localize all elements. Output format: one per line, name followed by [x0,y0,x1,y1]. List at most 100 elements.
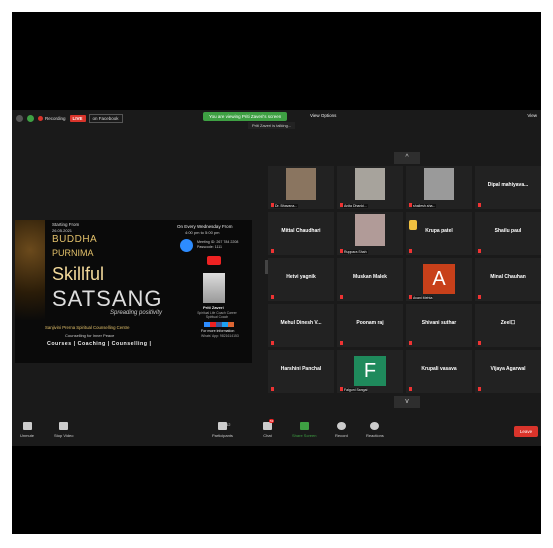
participant-name: Zeel☐ [500,320,516,326]
shield-icon[interactable] [27,114,34,122]
gallery-up-button[interactable]: ^ [394,152,420,164]
muted-mic-icon [478,203,481,207]
muted-mic-icon [340,295,343,299]
participant-tile[interactable]: Muskan Malek [337,258,403,301]
muted-mic-icon [271,295,274,299]
participant-name: Avani Mehta [412,296,434,300]
participant-avatar: A [423,264,455,294]
gallery-down-button[interactable]: v [394,396,420,408]
chat-label: Chat [263,433,272,438]
participant-tile[interactable]: Poonam raj [337,304,403,347]
participant-tile[interactable]: Shailu paul [475,212,541,255]
participant-name: Mittal Chaudhari [281,228,321,234]
record-button[interactable]: Record [335,422,348,438]
muted-mic-icon [409,249,412,253]
poster-tagline: Spreading positivity [110,310,163,316]
muted-mic-icon [478,387,481,391]
contact-number: Whats' App: 9821614153 [201,334,239,338]
poster-satsang: SATSANG [52,286,163,311]
reactions-button[interactable]: Reactions [366,422,384,438]
share-screen-label: Share Screen [292,433,317,438]
muted-mic-icon [409,203,412,207]
participant-video [355,214,385,246]
participant-tile[interactable]: F Falguni Sangal [337,350,403,393]
participants-label: Participants [212,433,233,438]
recording-icon [38,115,43,121]
muted-mic-icon [340,203,343,207]
poster-skillful: Skillful [52,264,105,284]
share-screen-button[interactable]: Share Screen [292,422,316,438]
participant-tile[interactable]: Vijaya Agarwal [475,350,541,393]
participant-name: Mehul Dinesh V... [280,320,322,326]
participant-tile[interactable]: Shivani suthar [406,304,472,347]
participant-name: Shivani suthar [421,320,457,326]
participant-tile[interactable]: Anita Dhanki... [337,166,403,209]
muted-mic-icon [478,295,481,299]
share-screen-icon [299,422,309,430]
speaking-indicator: Priti Zaveri is talking... [248,122,296,129]
poster-title-purnima: PURNIMA [52,248,94,258]
screenshot-frame: Recording LIVE on Facebook You are viewi… [12,12,541,534]
muted-mic-icon [409,341,412,345]
start-date: 26.05.2021 [52,228,73,233]
participant-tile[interactable]: A Avani Mehta [406,258,472,301]
host-name: Priti Zaveri [203,305,224,310]
muted-mic-icon [340,341,343,345]
leave-button[interactable]: Leave [514,426,538,437]
participant-video [355,168,385,200]
participant-name: Dr. Bhavana... [274,204,299,208]
muted-mic-icon [409,387,412,391]
meeting-details: Meeting ID: 267 784 2208 Passcode: 1111 [197,240,239,249]
live-on-facebook-button[interactable]: on Facebook [88,113,123,123]
host-photo [203,273,225,303]
participant-tile[interactable]: Harshini Panchal [268,350,334,393]
participant-tile[interactable]: Mittal Chaudhari [268,212,334,255]
participant-name: Anita Dhanki... [343,204,368,208]
youtube-icon [207,256,221,265]
poster-title-buddha: BUDDHA [52,234,98,245]
zoom-logo-icon [180,239,193,252]
raised-hand-icon [409,220,417,230]
participant-name: Falguni Sangal [343,388,369,392]
muted-mic-icon [271,203,274,207]
info-icon[interactable] [16,114,23,122]
participant-video [424,168,454,200]
centre-name: Sanjivini Prerna Spiritual Counselling C… [45,325,130,330]
smiley-icon [370,422,380,430]
shared-screen: Starting From 26.05.2021 BUDDHA PURNIMA … [15,220,252,363]
meeting-controls: Unmute Stop Video 62 Participants 53 Cha… [12,419,541,446]
participant-tile[interactable]: Zeel☐ [475,304,541,347]
participant-tile[interactable]: Mehul Dinesh V... [268,304,334,347]
muted-mic-icon [478,341,481,345]
participant-tile[interactable]: Krupa patel [406,212,472,255]
participant-tile[interactable]: Minal Chauhan [475,258,541,301]
poster-details: On Every Wednesday From 4:00 pm to 5:00 … [167,222,252,362]
live-badge[interactable]: LIVE [69,114,86,122]
buddha-image [15,220,45,320]
chat-button[interactable]: 53 Chat [263,419,275,438]
chat-unread-badge: 53 [269,419,275,423]
participant-tile[interactable]: Dipal mahiyava... [475,166,541,209]
participant-name: Minal Chauhan [490,274,526,280]
participant-name: Krupali vasava [421,366,457,372]
stop-video-label: Stop Video [54,433,74,438]
chat-icon [263,422,272,430]
microphone-muted-icon [22,422,32,430]
participant-tile[interactable]: shailesh.sha... [406,166,472,209]
participant-name: Muskan Malek [353,274,387,280]
participants-button[interactable]: 62 Participants [212,422,233,438]
view-button[interactable]: View [527,113,537,118]
participant-tile[interactable]: Dr. Bhavana... [268,166,334,209]
participant-tile[interactable]: Krupali vasava [406,350,472,393]
participant-video [286,168,316,200]
participant-tile[interactable]: Hetvi yagnik [268,258,334,301]
recording-label[interactable]: Recording [45,116,66,121]
participant-name: Harshini Panchal [280,366,322,372]
record-label: Record [335,433,348,438]
unmute-button[interactable]: Unmute [20,422,34,438]
participant-name: Poonam raj [356,320,384,326]
participant-tile[interactable]: Ruppara Shah [337,212,403,255]
participant-gallery: Dr. Bhavana... Anita Dhanki... shailesh.sh… [268,166,541,396]
view-options-button[interactable]: View Options [310,113,336,118]
stop-video-button[interactable]: Stop Video [54,422,74,438]
